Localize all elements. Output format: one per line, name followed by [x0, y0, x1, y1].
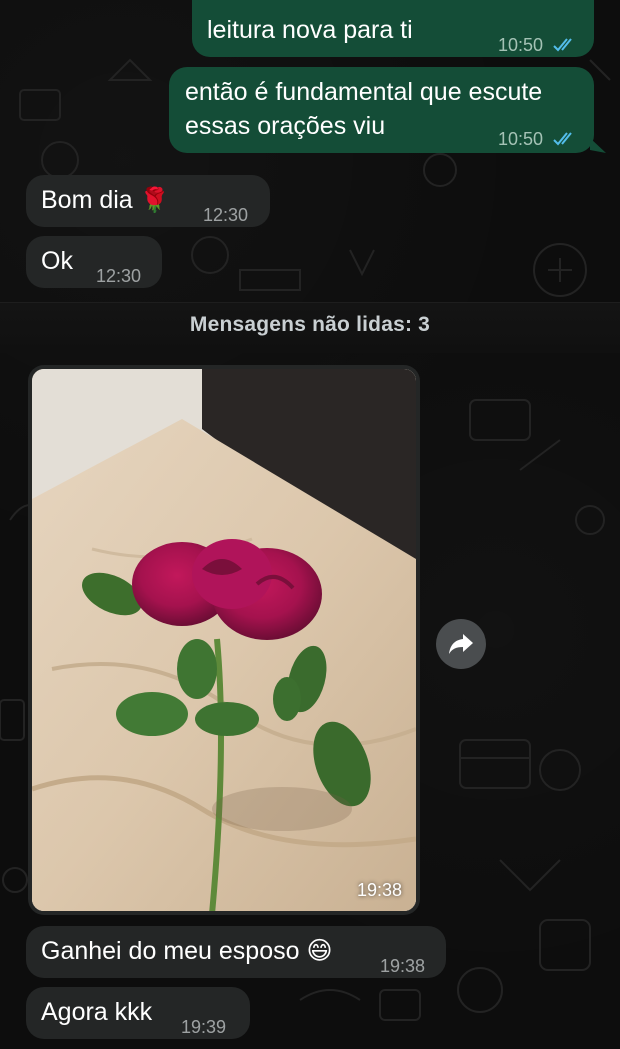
- message-text-line: essas orações viu: [185, 112, 386, 140]
- rose-emoji: 🌹: [139, 187, 170, 214]
- forward-button[interactable]: [436, 619, 486, 669]
- image-time: 19:38: [356, 880, 402, 900]
- message-time: 12:30: [96, 266, 142, 286]
- rose-photo[interactable]: 19:38: [32, 369, 416, 911]
- message-text: Bom dia 🌹: [41, 186, 170, 214]
- incoming-message-bubble[interactable]: Ganhei do meu esposo 😄 19:38: [26, 926, 446, 978]
- outgoing-message-bubble[interactable]: então é fundamental que escute essas ora…: [169, 67, 594, 153]
- message-time: 12:30: [203, 205, 249, 225]
- message-time: 10:50: [498, 29, 577, 62]
- incoming-message-bubble[interactable]: Ok 12:30: [26, 236, 162, 288]
- grinning-emoji: 😄: [306, 937, 333, 965]
- double-check-icon: [553, 132, 572, 146]
- unread-messages-divider: Mensagens não lidas: 3: [0, 302, 620, 353]
- image-message-bubble[interactable]: 19:38: [28, 365, 420, 915]
- message-text-line: então é fundamental que escute: [185, 78, 543, 106]
- incoming-message-bubble[interactable]: Bom dia 🌹 12:30: [26, 175, 270, 227]
- forward-arrow-icon: [449, 634, 473, 654]
- double-check-icon: [553, 38, 572, 52]
- incoming-message-bubble[interactable]: Agora kkk 19:39: [26, 987, 250, 1039]
- outgoing-message-bubble[interactable]: leitura nova para ti 10:50: [192, 0, 594, 57]
- unread-messages-label: Mensagens não lidas: 3: [189, 313, 431, 336]
- message-time: 19:39: [181, 1017, 227, 1037]
- message-text: Agora kkk: [41, 998, 153, 1026]
- message-text: Ganhei do meu esposo 😄: [41, 937, 333, 965]
- message-text: Ok: [41, 247, 73, 275]
- bubble-tail: [590, 138, 606, 153]
- message-time: 19:38: [380, 956, 426, 976]
- message-text: leitura nova para ti: [207, 16, 413, 44]
- message-time: 10:50: [498, 123, 577, 156]
